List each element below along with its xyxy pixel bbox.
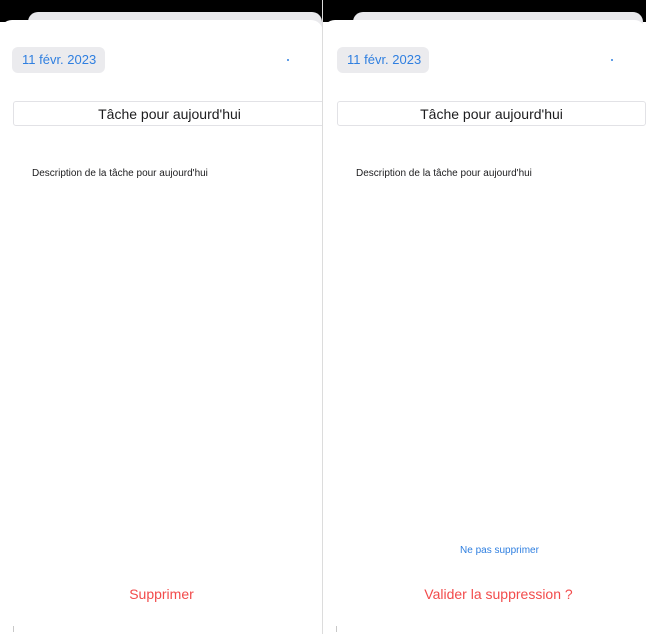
dot-icon: [287, 59, 289, 61]
task-title-field[interactable]: Tâche pour aujourd'hui: [337, 101, 646, 126]
screenshot-canvas: 11 févr. 2023 Tâche pour aujourd'hui Des…: [0, 0, 646, 634]
left-screen: 11 févr. 2023 Tâche pour aujourd'hui Des…: [0, 0, 323, 634]
dot-icon: [611, 59, 613, 61]
delete-button[interactable]: Supprimer: [0, 586, 323, 602]
date-picker-button[interactable]: 11 févr. 2023: [12, 47, 105, 73]
task-description-text[interactable]: Description de la tâche pour aujourd'hui: [32, 168, 208, 179]
cancel-delete-button[interactable]: Ne pas supprimer: [353, 545, 646, 556]
task-description-text[interactable]: Description de la tâche pour aujourd'hui: [356, 168, 532, 179]
confirm-delete-button[interactable]: Valider la suppression ?: [351, 586, 646, 602]
task-title-field[interactable]: Tâche pour aujourd'hui: [13, 101, 323, 126]
date-picker-button[interactable]: 11 févr. 2023: [337, 47, 429, 73]
right-screen: 11 févr. 2023 Tâche pour aujourd'hui Des…: [323, 0, 646, 634]
scroll-indicator: [336, 626, 337, 632]
scroll-indicator: [13, 626, 14, 632]
